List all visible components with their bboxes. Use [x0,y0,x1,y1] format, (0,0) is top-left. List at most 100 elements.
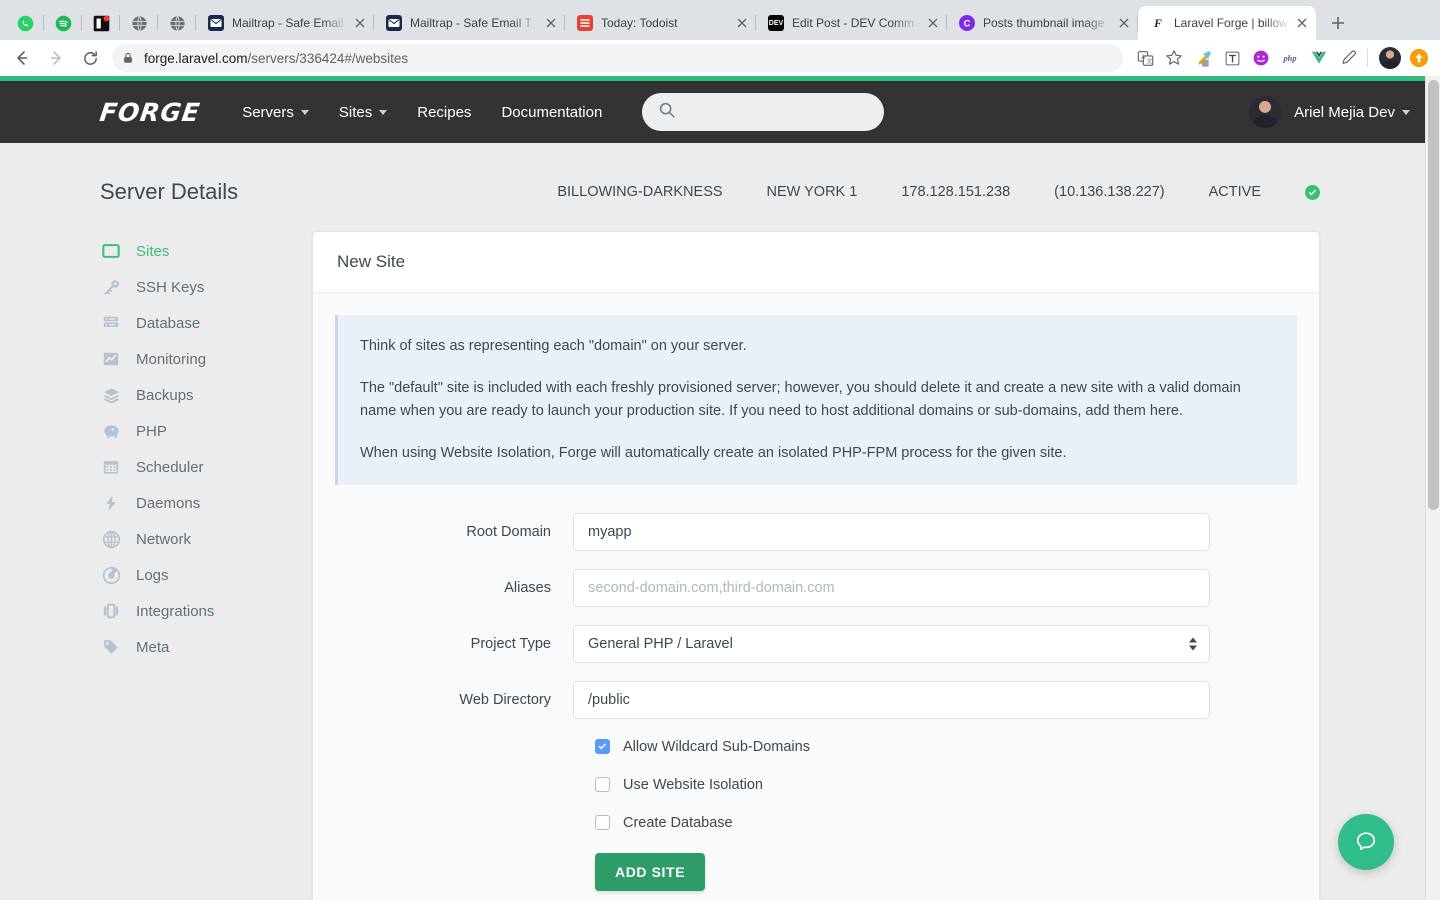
scrollbar-thumb[interactable] [1428,80,1439,510]
tab-dev-community[interactable]: DEV Edit Post - DEV Comm [756,6,947,40]
pinned-tab-globe-2[interactable] [158,6,196,40]
project-type-value: General PHP / Laravel [588,635,733,652]
nav-item-servers[interactable]: Servers [242,104,309,121]
sidebar-item-php[interactable]: PHP [100,413,312,449]
sidebar-item-backups[interactable]: Backups [100,377,312,413]
page-scrollbar[interactable] [1425,76,1440,900]
new-tab-button[interactable] [1324,9,1352,37]
database-icon [100,312,122,334]
calendar-icon [100,456,122,478]
updown-icon[interactable] [1406,45,1432,71]
notice-paragraph-1: Think of sites as representing each "dom… [360,338,747,354]
eyedropper-icon[interactable] [1190,45,1216,71]
globe-icon [169,15,185,31]
create-database-checkbox[interactable] [595,815,610,831]
svg-text:A: A [1141,54,1145,60]
forge-navbar: FORGE Servers Sites Recipes Documentatio… [0,81,1440,143]
wildcard-checkbox[interactable] [595,739,610,755]
translate-icon[interactable]: A文 [1132,45,1158,71]
address-bar[interactable]: forge.laravel.com/servers/336424#/websit… [112,44,1123,72]
sidebar-item-sites[interactable]: Sites [100,233,312,269]
root-domain-input[interactable]: myapp [573,512,1210,551]
text-tool-icon[interactable] [1219,45,1245,71]
sidebar-item-daemons[interactable]: Daemons [100,485,312,521]
tab-close-icon[interactable] [925,15,941,31]
forge-logo[interactable]: FORGE [98,98,202,127]
web-directory-input[interactable]: /public [573,680,1210,719]
server-region: NEW YORK 1 [766,184,858,200]
sidebar-item-integrations[interactable]: Integrations [100,593,312,629]
nav-item-recipes[interactable]: Recipes [417,104,471,121]
nav-label: Recipes [417,103,472,121]
help-widget-button[interactable] [1338,814,1394,870]
tab-todoist[interactable]: Today: Todoist [565,6,756,40]
sidebar-item-label: Daemons [136,494,201,512]
new-site-card: New Site Think of sites as representing … [312,231,1320,900]
emoji-icon[interactable] [1248,45,1274,71]
add-site-button[interactable]: ADD SITE [595,852,706,891]
search-input[interactable] [642,93,885,131]
form-row-web-directory: Web Directory /public [335,680,1297,719]
profile-avatar-icon[interactable] [1377,45,1403,71]
svg-text:文: 文 [1146,57,1152,65]
checkbox-row-wildcard[interactable]: Allow Wildcard Sub-Domains [595,739,1297,755]
php-icon[interactable]: php [1277,45,1303,71]
tab-close-icon[interactable] [352,15,368,31]
nav-label: Sites [338,103,373,121]
wildcard-checkbox-label: Allow Wildcard Sub-Domains [623,738,810,755]
integrations-icon [100,600,122,622]
sidebar-item-label: SSH Keys [136,278,205,296]
root-domain-label: Root Domain [466,523,551,540]
pinned-tab-notion[interactable] [82,6,120,40]
tab-canva[interactable]: C Posts thumbnail image [947,6,1138,40]
user-name: Ariel Mejia Dev [1294,104,1410,121]
server-private-ip: (10.136.138.227) [1054,184,1165,200]
server-ip: 178.128.151.238 [901,184,1011,200]
pinned-tab-whatsapp[interactable] [6,6,44,40]
url-text: forge.laravel.com/servers/336424#/websit… [144,50,409,66]
sidebar-item-label: Meta [136,638,170,656]
checkbox-row-create-database[interactable]: Create Database [595,815,1297,831]
tab-mailtrap-2[interactable]: Mailtrap - Safe Email T [374,6,565,40]
sidebar-item-monitoring[interactable]: Monitoring [100,341,312,377]
tab-title: Mailtrap - Safe Email T [410,16,532,30]
back-button[interactable] [8,44,36,72]
sidebar-item-label: PHP [136,422,167,440]
sidebar-item-logs[interactable]: Logs [100,557,312,593]
aliases-input[interactable]: second-domain.com,third-domain.com [573,568,1210,607]
reload-button[interactable] [76,44,104,72]
pinned-tab-spotify[interactable] [44,6,82,40]
isolation-checkbox[interactable] [595,777,610,793]
sidebar-item-meta[interactable]: Meta [100,629,312,665]
form-row-project-type: Project Type General PHP / Laravel [335,624,1297,663]
tab-mailtrap-1[interactable]: Mailtrap - Safe Email T [196,6,374,40]
server-meta: BILLOWING-DARKNESS NEW YORK 1 178.128.15… [557,184,1320,200]
vue-icon[interactable] [1306,45,1332,71]
bookmark-star-icon[interactable] [1161,45,1187,71]
nav-label: Documentation [501,103,603,121]
sidebar-item-label: Sites [136,242,170,260]
tab-close-icon[interactable] [1116,15,1132,31]
web-directory-label: Web Directory [459,691,551,708]
globe-icon [131,15,147,31]
tab-close-icon[interactable] [1294,15,1310,31]
layers-icon [100,384,122,406]
tab-laravel-forge[interactable]: F Laravel Forge | billowin [1138,6,1316,40]
key-icon [100,276,122,298]
tab-close-icon[interactable] [543,15,559,31]
sidebar-item-database[interactable]: Database [100,305,312,341]
nav-item-documentation[interactable]: Documentation [501,104,602,121]
project-type-select[interactable]: General PHP / Laravel [573,624,1210,663]
nav-item-sites[interactable]: Sites [338,103,388,121]
forward-button[interactable] [42,44,70,72]
user-menu[interactable]: Ariel Mejia Dev [1249,96,1410,128]
checkbox-row-isolation[interactable]: Use Website Isolation [595,777,1297,793]
sidebar-item-network[interactable]: Network [100,521,312,557]
isolation-checkbox-label: Use Website Isolation [623,776,763,793]
sidebar-item-ssh-keys[interactable]: SSH Keys [100,269,312,305]
server-details-header: Server Details BILLOWING-DARKNESS NEW YO… [0,143,1440,205]
pencil-icon[interactable] [1335,45,1361,71]
tab-close-icon[interactable] [734,15,750,31]
pinned-tab-globe-1[interactable] [120,6,158,40]
sidebar-item-scheduler[interactable]: Scheduler [100,449,312,485]
